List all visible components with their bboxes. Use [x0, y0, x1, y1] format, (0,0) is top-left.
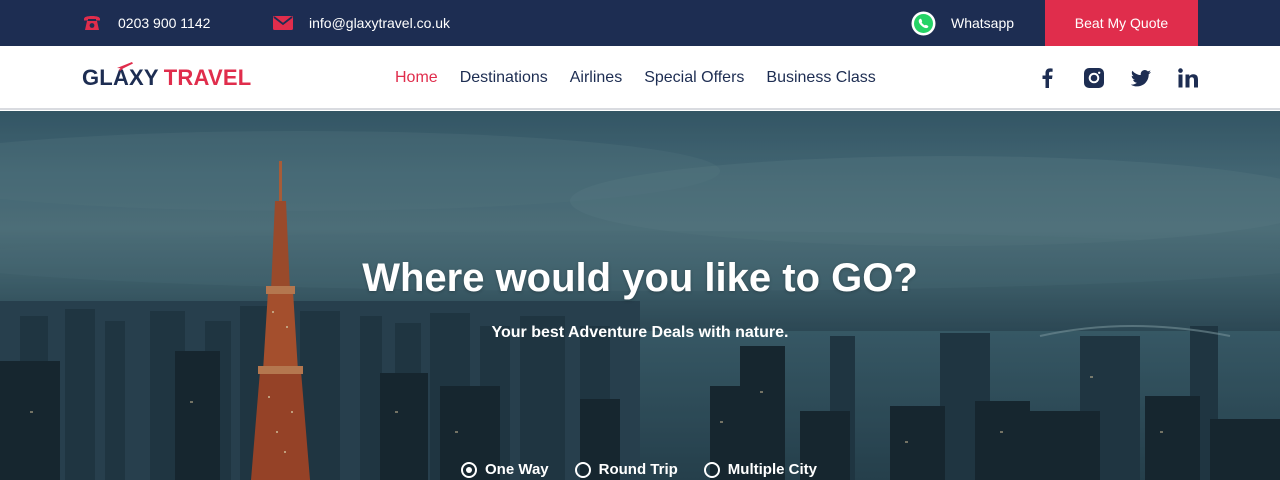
- primary-nav: Home Destinations Airlines Special Offer…: [395, 46, 898, 110]
- email-address[interactable]: info@glaxytravel.co.uk: [309, 15, 450, 31]
- hero-banner: Where would you like to GO? Your best Ad…: [0, 111, 1280, 480]
- hero-title: Where would you like to GO?: [362, 256, 918, 300]
- beat-my-quote-button[interactable]: Beat My Quote: [1045, 0, 1198, 46]
- top-contact-bar: 0203 900 1142 info@glaxytravel.co.uk Wha…: [0, 0, 1280, 46]
- social-links: [1010, 46, 1198, 110]
- trip-option-label: Multiple City: [727, 461, 817, 478]
- nav-airlines[interactable]: Airlines: [570, 69, 622, 87]
- trip-type-selector: One Way Round Trip Multiple City: [461, 461, 843, 478]
- trip-option-label: Round Trip: [598, 461, 678, 478]
- phone-number[interactable]: 0203 900 1142: [118, 15, 210, 31]
- radio-one-way[interactable]: [461, 461, 477, 478]
- radio-multiple-city[interactable]: [703, 461, 720, 478]
- trip-option-one-way[interactable]: One Way: [461, 461, 549, 478]
- trip-option-multiple-city[interactable]: Multiple City: [703, 461, 817, 478]
- nav-business-class[interactable]: Business Class: [766, 69, 875, 87]
- trip-option-label: One Way: [485, 461, 549, 478]
- radio-round-trip[interactable]: [574, 461, 591, 478]
- main-navbar: GLAXY TRAVEL Home Destinations Airlines …: [0, 46, 1280, 110]
- whatsapp-label[interactable]: Whatsapp: [951, 15, 1014, 31]
- trip-option-round-trip[interactable]: Round Trip: [574, 461, 678, 478]
- facebook-icon[interactable]: [1037, 68, 1057, 88]
- nav-special-offers[interactable]: Special Offers: [644, 69, 744, 87]
- twitter-icon[interactable]: [1131, 68, 1151, 88]
- linkedin-icon[interactable]: [1178, 68, 1198, 88]
- nav-home[interactable]: Home: [395, 69, 438, 87]
- phone-icon: [82, 13, 102, 33]
- nav-destinations[interactable]: Destinations: [460, 69, 548, 87]
- logo-text-travel: TRAVEL: [163, 65, 252, 90]
- email-contact[interactable]: info@glaxytravel.co.uk: [273, 0, 450, 46]
- phone-contact[interactable]: 0203 900 1142: [82, 0, 210, 46]
- logo[interactable]: GLAXY TRAVEL: [82, 62, 251, 94]
- envelope-icon: [273, 15, 293, 31]
- whatsapp-icon: [911, 11, 936, 36]
- plane-icon: [117, 62, 133, 71]
- instagram-icon[interactable]: [1084, 68, 1104, 88]
- hero-subtitle: Your best Adventure Deals with nature.: [491, 324, 789, 341]
- whatsapp-link[interactable]: Whatsapp: [911, 0, 1014, 46]
